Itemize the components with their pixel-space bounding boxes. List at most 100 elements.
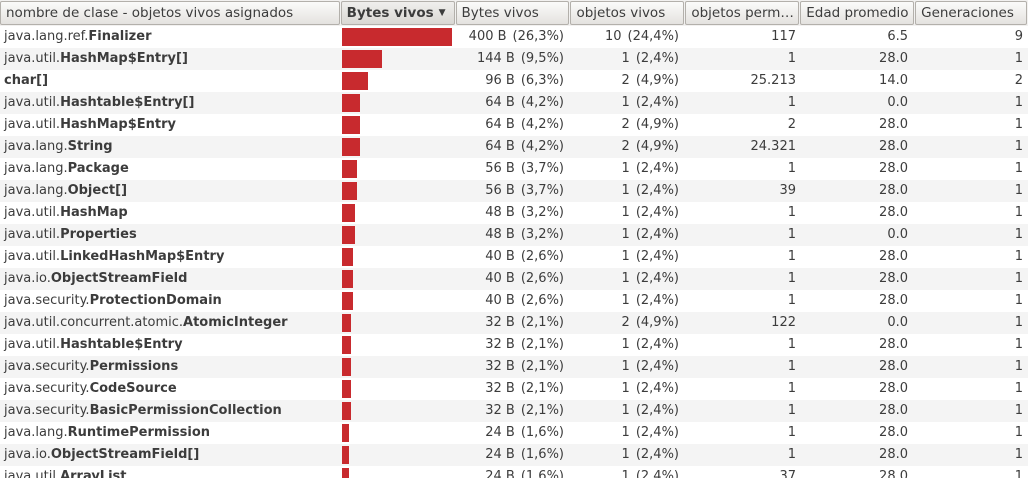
table-row[interactable]: java.security.BasicPermissionCollection 3… bbox=[0, 400, 1028, 422]
live-bytes-percent: (1,6%) bbox=[520, 469, 564, 478]
live-bytes-percent: (26,3%) bbox=[512, 29, 564, 44]
column-header-class-name[interactable]: nombre de clase - objetos vivos asignado… bbox=[0, 1, 340, 25]
live-bytes-value: 40 B bbox=[485, 249, 515, 264]
table-row[interactable]: java.lang.Object[] 56 B (3,7%) 1 (2,4%) 39 28.… bbox=[0, 180, 1028, 202]
live-bytes-value: 32 B bbox=[485, 337, 515, 352]
average-age-value: 28.0 bbox=[879, 271, 908, 286]
table-row[interactable]: java.util.LinkedHashMap$Entry 40 B (2,6%) 1… bbox=[0, 246, 1028, 268]
column-header-generations[interactable]: Generaciones bbox=[915, 1, 1027, 25]
average-age-cell: 28.0 bbox=[800, 400, 915, 422]
live-objects-percent: (2,4%) bbox=[635, 249, 679, 264]
live-bytes-bar-cell bbox=[340, 246, 455, 268]
average-age-cell: 28.0 bbox=[800, 180, 915, 202]
live-objects-cell: 1 (2,4%) bbox=[570, 268, 685, 290]
table-row[interactable]: java.util.concurrent.atomic.AtomicIntege… bbox=[0, 312, 1028, 334]
live-objects-percent: (2,4%) bbox=[635, 205, 679, 220]
generations-value: 2 bbox=[1014, 73, 1023, 88]
live-bytes-value: 32 B bbox=[485, 359, 515, 374]
allocated-objects-value: 37 bbox=[779, 469, 796, 478]
table-row[interactable]: java.lang.ref.Finalizer 400 B (26,3%) 10 (24… bbox=[0, 26, 1028, 48]
live-objects-percent: (2,4%) bbox=[635, 337, 679, 352]
generations-cell: 1 bbox=[915, 246, 1028, 268]
generations-cell: 1 bbox=[915, 312, 1028, 334]
average-age-cell: 28.0 bbox=[800, 158, 915, 180]
generations-value: 1 bbox=[1014, 337, 1023, 352]
average-age-cell: 28.0 bbox=[800, 356, 915, 378]
live-bytes-bar bbox=[342, 292, 353, 310]
live-objects-value: 2 bbox=[621, 73, 630, 88]
average-age-cell: 28.0 bbox=[800, 136, 915, 158]
average-age-value: 28.0 bbox=[879, 447, 908, 462]
live-bytes-value: 56 B bbox=[485, 161, 515, 176]
class-name: ObjectStreamField[] bbox=[50, 447, 200, 462]
column-header-average-age[interactable]: Edad promedio bbox=[800, 1, 915, 25]
allocated-objects-value: 1 bbox=[787, 425, 796, 440]
live-objects-cell: 1 (2,4%) bbox=[570, 400, 685, 422]
column-header-allocated-objects[interactable]: objetos perm… bbox=[685, 1, 800, 25]
allocated-objects-value: 25.213 bbox=[750, 73, 797, 88]
table-row[interactable]: java.util.HashMap 48 B (3,2%) 1 (2,4%) 1 28.0 1 bbox=[0, 202, 1028, 224]
table-row[interactable]: java.util.Properties 48 B (3,2%) 1 (2,4%) 1 0.… bbox=[0, 224, 1028, 246]
column-header-live-bytes-bar[interactable]: Bytes vivos ▼ bbox=[340, 1, 455, 25]
table-row[interactable]: java.lang.RuntimePermission 24 B (1,6%) 1 (2… bbox=[0, 422, 1028, 444]
table-row[interactable]: java.util.Hashtable$Entry[] 64 B (4,2%) 1 (2… bbox=[0, 92, 1028, 114]
table-row[interactable]: java.util.ArrayList 24 B (1,6%) 1 (2,4%) 37 28… bbox=[0, 466, 1028, 478]
average-age-value: 28.0 bbox=[879, 249, 908, 264]
table-row[interactable]: java.util.HashMap$Entry[] 144 B (9,5%) 1 (2,… bbox=[0, 48, 1028, 70]
live-objects-value: 1 bbox=[621, 337, 630, 352]
average-age-value: 28.0 bbox=[879, 139, 908, 154]
live-bytes-percent: (2,1%) bbox=[520, 315, 564, 330]
live-objects-value: 1 bbox=[621, 183, 630, 198]
live-objects-value: 1 bbox=[621, 95, 630, 110]
class-name: HashMap$Entry[] bbox=[60, 51, 188, 66]
allocated-objects-cell: 1 bbox=[685, 444, 800, 466]
package-name: java.lang. bbox=[4, 425, 68, 440]
live-bytes-bar bbox=[342, 358, 351, 376]
table-row[interactable]: java.util.HashMap$Entry 64 B (4,2%) 2 (4,9%)… bbox=[0, 114, 1028, 136]
table-row[interactable]: java.security.CodeSource 32 B (2,1%) 1 (2,4%… bbox=[0, 378, 1028, 400]
allocated-objects-cell: 1 bbox=[685, 422, 800, 444]
average-age-cell: 28.0 bbox=[800, 334, 915, 356]
live-bytes-value: 64 B bbox=[485, 117, 515, 132]
class-name-cell: java.util.LinkedHashMap$Entry bbox=[0, 246, 340, 268]
table-row[interactable]: java.io.ObjectStreamField 40 B (2,6%) 1 (2,4… bbox=[0, 268, 1028, 290]
table-row[interactable]: char[] 96 B (6,3%) 2 (4,9%) 25.213 14.0 2 bbox=[0, 70, 1028, 92]
column-header-live-objects[interactable]: objetos vivos bbox=[570, 1, 685, 25]
live-bytes-bar-cell bbox=[340, 378, 455, 400]
live-bytes-value: 40 B bbox=[485, 271, 515, 286]
live-bytes-bar bbox=[342, 226, 355, 244]
live-objects-percent: (2,4%) bbox=[635, 51, 679, 66]
generations-cell: 1 bbox=[915, 202, 1028, 224]
package-name: java.util. bbox=[4, 205, 61, 220]
live-bytes-value: 48 B bbox=[485, 227, 515, 242]
live-bytes-bar bbox=[342, 204, 355, 222]
live-bytes-cell: 40 B (2,6%) bbox=[455, 268, 570, 290]
table-row[interactable]: java.io.ObjectStreamField[] 24 B (1,6%) 1 (2… bbox=[0, 444, 1028, 466]
live-bytes-bar bbox=[342, 446, 349, 464]
live-bytes-value: 32 B bbox=[485, 403, 515, 418]
table-row[interactable]: java.lang.String 64 B (4,2%) 2 (4,9%) 24.321 2… bbox=[0, 136, 1028, 158]
allocated-objects-value: 1 bbox=[787, 447, 796, 462]
live-bytes-bar-cell bbox=[340, 158, 455, 180]
table-row[interactable]: java.lang.Package 56 B (3,7%) 1 (2,4%) 1 28.0 1 bbox=[0, 158, 1028, 180]
live-bytes-bar-cell bbox=[340, 334, 455, 356]
live-bytes-percent: (3,7%) bbox=[520, 183, 564, 198]
live-bytes-value: 24 B bbox=[485, 425, 515, 440]
allocated-objects-value: 1 bbox=[787, 359, 796, 374]
generations-value: 1 bbox=[1014, 381, 1023, 396]
table-row[interactable]: java.util.Hashtable$Entry 32 B (2,1%) 1 (2,4… bbox=[0, 334, 1028, 356]
live-bytes-value: 32 B bbox=[485, 381, 515, 396]
table-row[interactable]: java.security.Permissions 32 B (2,1%) 1 (2,4… bbox=[0, 356, 1028, 378]
class-name-cell: java.util.HashMap bbox=[0, 202, 340, 224]
live-bytes-value: 24 B bbox=[485, 469, 515, 478]
class-name: BasicPermissionCollection bbox=[89, 403, 282, 418]
table-row[interactable]: java.security.ProtectionDomain 40 B (2,6%)… bbox=[0, 290, 1028, 312]
live-objects-cell: 1 (2,4%) bbox=[570, 378, 685, 400]
allocated-objects-value: 1 bbox=[787, 51, 796, 66]
average-age-cell: 28.0 bbox=[800, 444, 915, 466]
average-age-value: 28.0 bbox=[879, 359, 908, 374]
generations-value: 1 bbox=[1014, 359, 1023, 374]
live-bytes-cell: 96 B (6,3%) bbox=[455, 70, 570, 92]
class-name: String bbox=[67, 139, 113, 154]
column-header-live-bytes[interactable]: Bytes vivos bbox=[455, 1, 570, 25]
